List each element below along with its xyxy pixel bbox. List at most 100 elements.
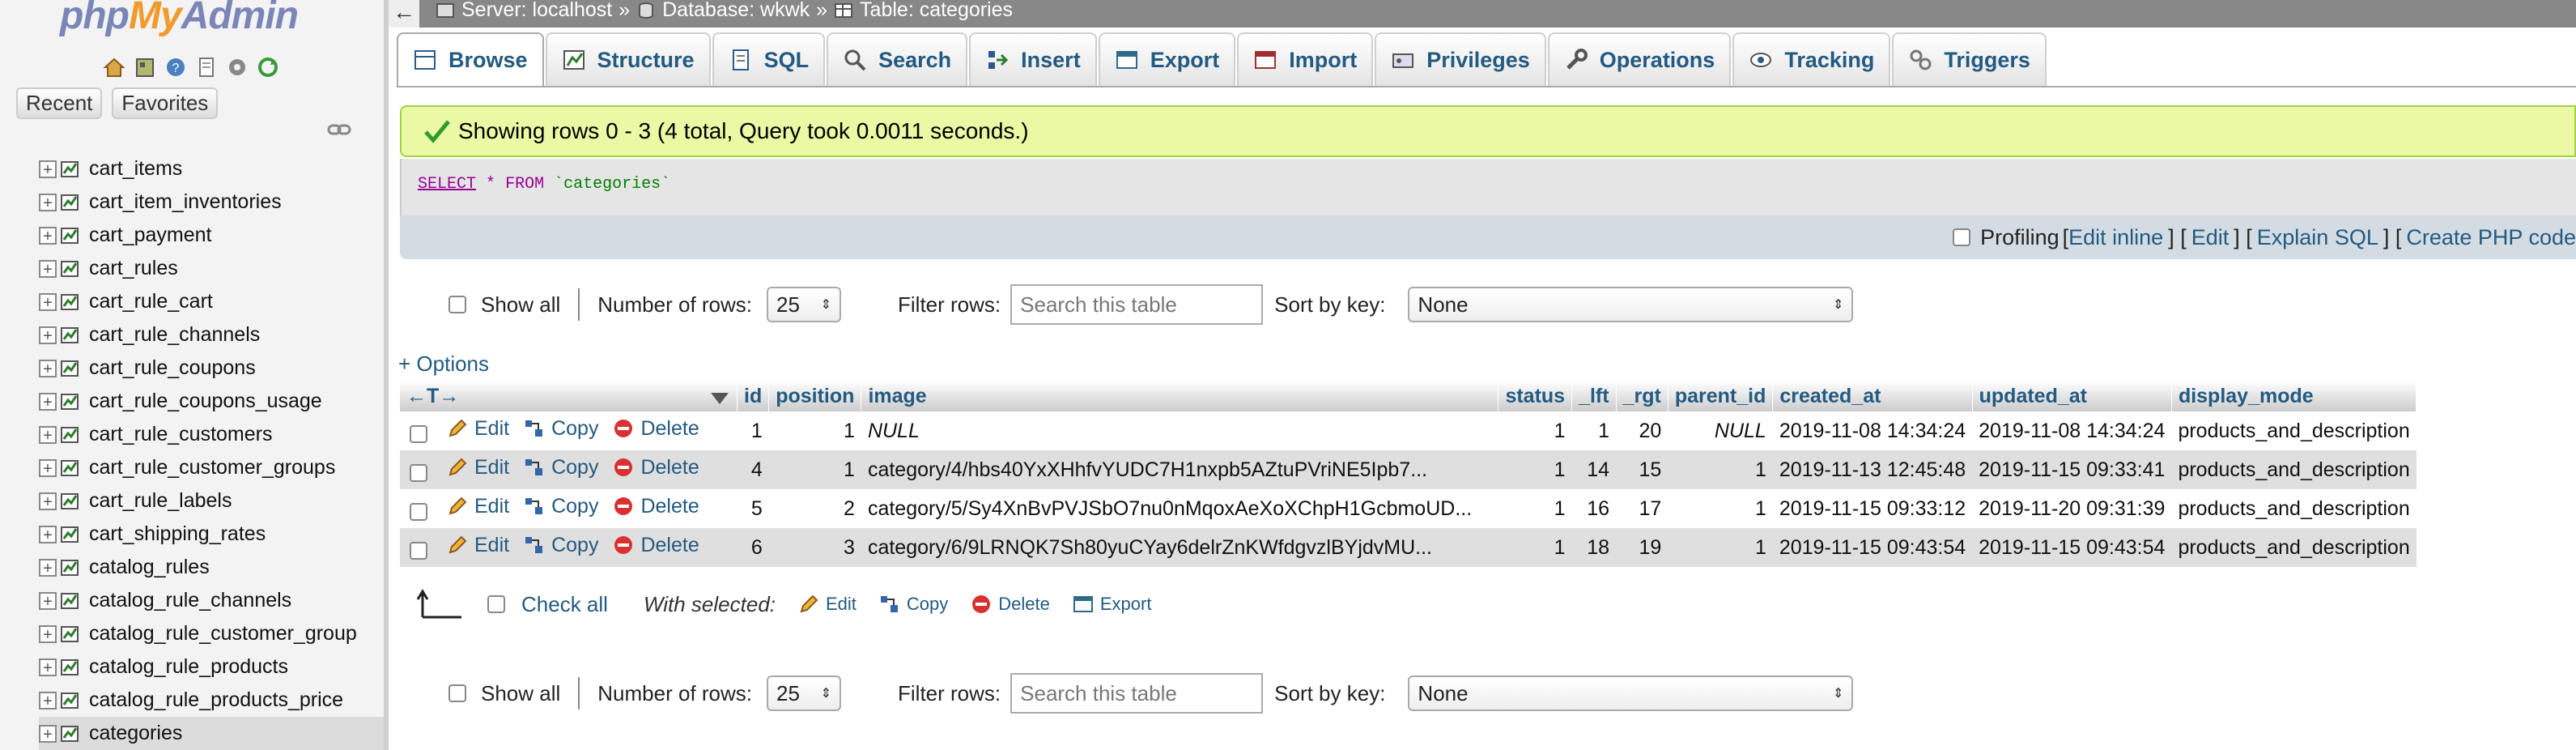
cell-created-at[interactable]: 2019-11-13 12:45:48 (1772, 450, 1973, 489)
edit-query-link[interactable]: Edit (2191, 225, 2230, 250)
sidebar-table-item[interactable]: + cart_rule_cart (39, 285, 384, 318)
sidebar-table-item[interactable]: + catalog_rule_products_price (39, 684, 384, 717)
cell-created-at[interactable]: 2019-11-08 14:34:24 (1772, 411, 1973, 450)
table-structure-icon[interactable] (60, 624, 79, 644)
sidebar-table-label[interactable]: cart_shipping_rates (89, 522, 266, 546)
database-icon[interactable] (133, 55, 157, 79)
row-copy-button[interactable]: Copy (524, 456, 598, 479)
row-checkbox[interactable] (410, 424, 427, 443)
phpmyadmin-logo[interactable]: phpMyAdmin (60, 0, 299, 38)
cell-parent-id[interactable]: NULL (1668, 411, 1773, 450)
tab-export[interactable]: Export (1098, 32, 1236, 86)
sidebar-table-label[interactable]: cart_items (89, 157, 182, 181)
column-header-rgt[interactable]: _rgt (1616, 381, 1668, 411)
bulk-edit-button[interactable]: Edit (798, 594, 857, 615)
sidebar-table-item[interactable]: + cart_rule_coupons_usage (39, 385, 384, 418)
expand-icon[interactable]: + (39, 492, 57, 510)
cell-id[interactable]: 6 (737, 528, 769, 567)
expand-icon[interactable]: + (39, 226, 57, 245)
expand-icon[interactable]: + (39, 691, 57, 710)
sidebar-table-item[interactable]: + catalog_rule_customer_group (39, 617, 384, 650)
expand-icon[interactable]: + (39, 193, 57, 211)
table-structure-icon[interactable] (60, 193, 79, 212)
sidebar-table-item[interactable]: + cart_item_inventories (39, 185, 384, 219)
cell-display-mode[interactable]: products_and_description (2171, 411, 2417, 450)
expand-icon[interactable]: + (39, 558, 57, 577)
cell-updated-at[interactable]: 2019-11-15 09:33:41 (1972, 450, 2172, 489)
tab-structure[interactable]: Structure (545, 32, 711, 86)
sidebar-table-label[interactable]: catalog_rule_channels (89, 589, 291, 612)
expand-icon[interactable]: + (39, 458, 57, 477)
expand-icon[interactable]: + (39, 359, 57, 377)
sidebar-table-label[interactable]: cart_payment (89, 224, 211, 247)
sidebar-table-label[interactable]: cart_rule_customers (89, 423, 272, 446)
table-structure-icon[interactable] (60, 292, 79, 312)
tab-privileges[interactable]: Privileges (1375, 32, 1546, 86)
sidebar-table-item[interactable]: + catalog_rule_channels (39, 584, 384, 617)
row-edit-button[interactable]: Edit (447, 534, 509, 557)
cell-created-at[interactable]: 2019-11-15 09:33:12 (1772, 489, 1973, 528)
bulk-delete-button[interactable]: Delete (971, 594, 1050, 615)
sidebar-table-label[interactable]: cart_rule_labels (89, 489, 232, 513)
cell-rgt[interactable]: 20 (1616, 411, 1668, 450)
row-delete-button[interactable]: Delete (613, 495, 699, 518)
sidebar-table-label[interactable]: cart_rule_coupons_usage (89, 390, 322, 413)
cell-image[interactable]: category/6/9LRNQK7Sh80yuCYay6delrZnKWfdg… (861, 528, 1498, 567)
sidebar-table-label[interactable]: cart_rule_customer_groups (89, 456, 335, 479)
cell-position[interactable]: 2 (768, 489, 861, 528)
column-arrows[interactable]: ←T→ (406, 385, 459, 407)
sidebar-table-item[interactable]: + cart_shipping_rates (39, 518, 384, 551)
edit-inline-link[interactable]: Edit inline (2068, 225, 2163, 250)
row-delete-button[interactable]: Delete (613, 456, 699, 479)
show-all-checkbox[interactable] (448, 684, 466, 702)
table-structure-icon[interactable] (60, 359, 79, 378)
table-structure-icon[interactable] (60, 724, 79, 744)
column-visibility-icon[interactable] (709, 391, 730, 406)
table-structure-icon[interactable] (60, 425, 79, 445)
create-php-code-link[interactable]: Create PHP code (2406, 225, 2576, 250)
bulk-export-button[interactable]: Export (1073, 594, 1151, 615)
bulk-copy-button[interactable]: Copy (879, 594, 948, 615)
rows-per-page-select[interactable]: 25 ⇕ (767, 675, 842, 711)
sidebar-table-item[interactable]: + catalog_rule_products (39, 650, 384, 684)
cell-id[interactable]: 4 (737, 450, 769, 489)
cell-position[interactable]: 1 (768, 411, 861, 450)
sidebar-table-item[interactable]: + cart_rule_labels (39, 484, 384, 518)
cell-rgt[interactable]: 17 (1616, 489, 1668, 528)
breadcrumb-database[interactable]: Database: wkwk (662, 0, 810, 22)
tab-browse[interactable]: Browse (397, 32, 544, 86)
column-header-lft[interactable]: _lft (1571, 381, 1617, 411)
table-structure-icon[interactable] (60, 326, 79, 345)
expand-icon[interactable]: + (39, 658, 57, 676)
cell-status[interactable]: 1 (1498, 411, 1572, 450)
cell-rgt[interactable]: 19 (1616, 528, 1668, 567)
filter-rows-input[interactable]: Search this table (1010, 284, 1264, 325)
row-checkbox[interactable] (410, 541, 427, 560)
sidebar-table-label[interactable]: cart_rule_channels (89, 323, 260, 347)
cell-image[interactable]: category/4/hbs40YxXHhfvYUDC7H1nxpb5AZtuP… (861, 450, 1498, 489)
expand-icon[interactable]: + (39, 392, 57, 411)
cell-position[interactable]: 1 (768, 450, 861, 489)
table-structure-icon[interactable] (60, 558, 79, 577)
sidebar-table-item[interactable]: + cart_items (39, 152, 384, 185)
tab-import[interactable]: Import (1237, 32, 1374, 86)
expand-icon[interactable]: + (39, 259, 57, 278)
cell-parent-id[interactable]: 1 (1668, 489, 1773, 528)
sidebar-table-label[interactable]: catalog_rule_products (89, 655, 288, 679)
check-all-label[interactable]: Check all (521, 592, 608, 617)
sidebar-table-label[interactable]: cart_rule_cart (89, 290, 213, 313)
sidebar-table-item[interactable]: + cart_payment (39, 219, 384, 252)
tab-insert[interactable]: Insert (969, 32, 1097, 86)
home-icon[interactable] (102, 55, 126, 79)
sql-keyword-select[interactable]: SELECT (418, 175, 476, 194)
sidebar-table-item[interactable]: + cart_rule_customer_groups (39, 451, 384, 484)
cell-image[interactable]: NULL (861, 411, 1498, 450)
row-edit-button[interactable]: Edit (447, 417, 509, 441)
profiling-checkbox[interactable] (1953, 228, 1971, 246)
cell-status[interactable]: 1 (1498, 450, 1572, 489)
settings-icon[interactable] (225, 55, 249, 79)
cell-status[interactable]: 1 (1498, 528, 1572, 567)
column-header-updated-at[interactable]: updated_at (1972, 381, 2172, 411)
sort-by-key-select[interactable]: None ⇕ (1408, 675, 1854, 711)
table-structure-icon[interactable] (60, 658, 79, 677)
